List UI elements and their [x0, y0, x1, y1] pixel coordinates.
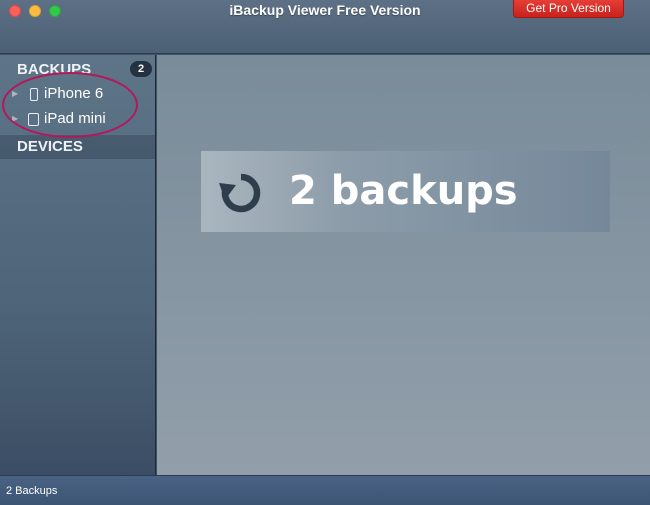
- devices-header-label: DEVICES: [17, 138, 83, 155]
- main-panel: 2 backups: [157, 55, 650, 475]
- title-bar: iBackup Viewer Free Version Get Pro Vers…: [0, 0, 650, 54]
- get-pro-version-button[interactable]: Get Pro Version: [513, 0, 624, 18]
- devices-section-header[interactable]: DEVICES: [0, 135, 156, 159]
- status-bar: 2 Backups: [0, 475, 650, 505]
- refresh-icon: [219, 173, 261, 213]
- backups-banner: 2 backups: [201, 151, 610, 232]
- annotation-ellipse: [2, 72, 138, 138]
- status-text: 2 Backups: [6, 485, 58, 497]
- backups-banner-text: 2 backups: [289, 168, 518, 214]
- backups-count-badge: 2: [130, 61, 152, 77]
